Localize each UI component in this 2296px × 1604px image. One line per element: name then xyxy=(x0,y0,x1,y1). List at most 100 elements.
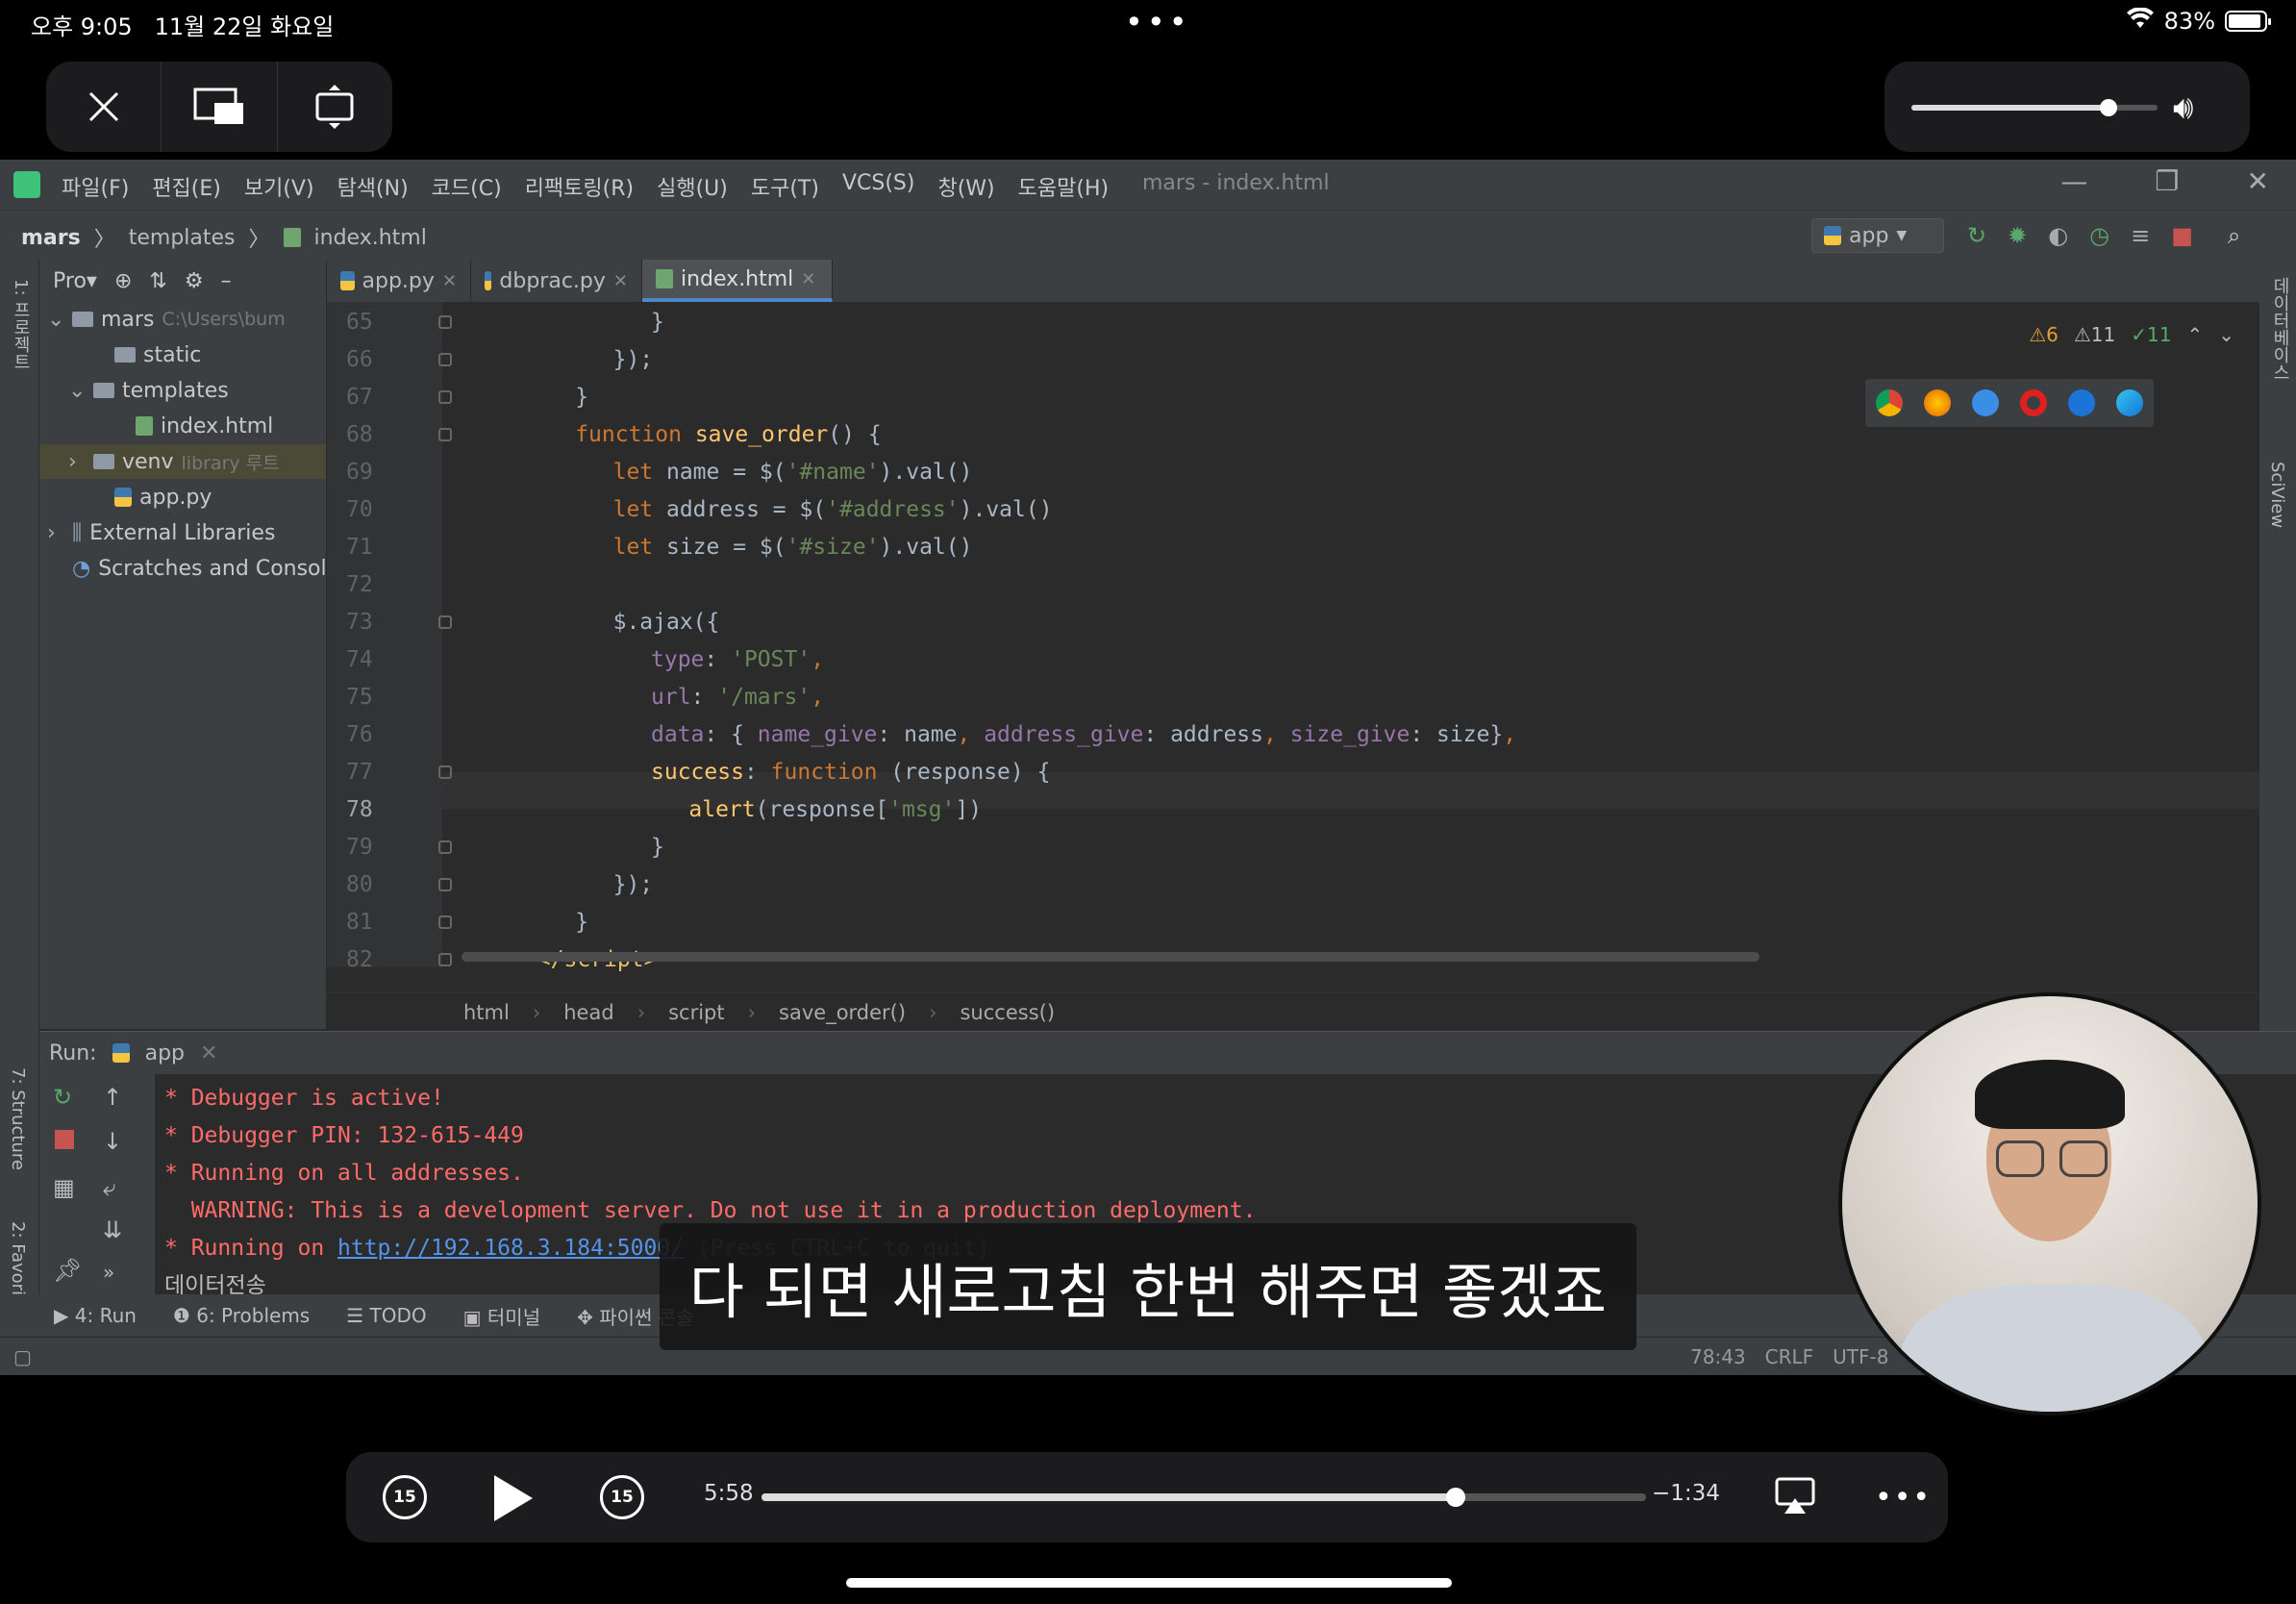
more-options-button[interactable]: ••• xyxy=(1875,1481,1932,1515)
menu-item[interactable]: 코드(C) xyxy=(432,171,502,202)
code-line[interactable]: function save_order() { xyxy=(575,422,882,447)
breadcrumb-file[interactable]: index.html xyxy=(314,226,427,250)
tool-tab[interactable]: ☰ TODO xyxy=(346,1304,426,1327)
fold-marker-icon[interactable] xyxy=(438,428,452,441)
volume-slider[interactable] xyxy=(1911,99,2158,116)
tab-index-html[interactable]: index.html ✕ xyxy=(642,260,833,302)
skip-back-button[interactable]: 15 xyxy=(383,1475,427,1519)
tool-tab[interactable]: ▣ 터미널 xyxy=(463,1302,540,1330)
tree-item[interactable]: ⌄ mars C:\Users\bum xyxy=(47,302,286,337)
menu-item[interactable]: VCS(S) xyxy=(842,171,915,202)
close-tab-icon[interactable]: ✕ xyxy=(801,269,815,289)
tree-item[interactable]: › venv library 루트 xyxy=(39,444,326,479)
pin-icon[interactable]: 📌︎ xyxy=(53,1257,82,1284)
rerun-icon[interactable]: ↻ xyxy=(1967,222,1986,249)
menu-item[interactable]: 편집(E) xyxy=(152,171,221,202)
rerun-icon[interactable]: ↻ xyxy=(53,1084,72,1111)
expand-arrow-icon[interactable]: ⌄ xyxy=(47,308,64,332)
toggle-panels-icon[interactable]: ▢ xyxy=(13,1345,32,1368)
collapse-icon[interactable]: ⇅ xyxy=(149,269,166,293)
edge-icon[interactable] xyxy=(2116,389,2143,416)
close-tab-icon[interactable]: ✕ xyxy=(613,271,628,291)
menu-item[interactable]: 보기(V) xyxy=(244,171,314,202)
sciview-tool-tab[interactable]: SciView xyxy=(2267,462,2287,528)
breadcrumb-folder[interactable]: templates xyxy=(129,226,236,250)
fold-marker-icon[interactable] xyxy=(438,953,452,966)
fold-marker-icon[interactable] xyxy=(438,915,452,929)
stop-icon[interactable]: ■ xyxy=(2171,222,2193,249)
code-line[interactable]: }); xyxy=(613,872,654,897)
run-tab-app[interactable]: app xyxy=(145,1041,185,1065)
code-line[interactable]: let size = $('#size').val() xyxy=(613,535,973,560)
tool-tab[interactable]: ❶ 6: Problems xyxy=(173,1304,310,1327)
stop-icon[interactable] xyxy=(55,1130,74,1149)
safari-icon[interactable] xyxy=(1972,389,1999,416)
database-tool-tab[interactable]: 데이터베이스 xyxy=(2267,277,2292,381)
prev-highlight-icon[interactable]: ⌃ xyxy=(2186,323,2203,346)
tree-item[interactable]: index.html xyxy=(111,409,281,443)
airplay-button[interactable] xyxy=(1775,1477,1815,1519)
fold-marker-icon[interactable] xyxy=(438,390,452,404)
opera-icon[interactable] xyxy=(2020,389,2047,416)
firefox-icon[interactable] xyxy=(1924,389,1951,416)
tree-item[interactable]: static xyxy=(89,338,209,372)
code-line[interactable]: } xyxy=(575,385,588,410)
breadcrumb-project[interactable]: mars xyxy=(21,226,81,250)
status-item[interactable]: 78:43 xyxy=(1690,1345,1746,1368)
menu-item[interactable]: 창(W) xyxy=(937,171,994,202)
status-item[interactable]: CRLF xyxy=(1765,1345,1814,1368)
status-item[interactable]: UTF-8 xyxy=(1833,1345,1888,1368)
picture-in-picture-button[interactable] xyxy=(162,62,278,152)
code-breadcrumb-item[interactable]: html xyxy=(463,1001,510,1024)
close-window-icon[interactable]: ✕ xyxy=(2247,165,2269,197)
code-line[interactable]: let address = $('#address').val() xyxy=(613,497,1053,522)
code-breadcrumb-item[interactable]: success() xyxy=(960,1001,1055,1024)
tree-item[interactable]: app.py xyxy=(89,480,219,514)
code-line[interactable]: } xyxy=(575,910,588,935)
multitasking-dots[interactable]: ••• xyxy=(1125,4,1191,40)
scroll-down-icon[interactable]: ↓ xyxy=(103,1128,122,1155)
menu-item[interactable]: 탐색(N) xyxy=(337,171,409,202)
scroll-up-icon[interactable]: ↑ xyxy=(103,1084,122,1111)
tab-app-py[interactable]: app.py ✕ xyxy=(327,260,471,302)
server-url-link[interactable]: http://192.168.3.184:5000/ xyxy=(337,1236,684,1261)
build-icon[interactable]: ≡ xyxy=(2131,222,2150,249)
expand-arrow-icon[interactable]: ⌄ xyxy=(68,379,86,403)
coverage-icon[interactable]: ◐ xyxy=(2048,222,2068,249)
menu-item[interactable]: 도구(T) xyxy=(751,171,819,202)
fold-marker-icon[interactable] xyxy=(438,840,452,854)
code-line[interactable]: }); xyxy=(613,347,654,372)
run-config-select[interactable]: app ▼ xyxy=(1811,218,1944,253)
structure-tool-tab[interactable]: 7: Structure xyxy=(8,1067,28,1170)
debug-icon[interactable]: ✹ xyxy=(2008,222,2027,249)
tab-dbprac-py[interactable]: dbprac.py ✕ xyxy=(471,260,642,302)
code-line[interactable]: success: function (response) { xyxy=(651,760,1050,785)
chrome-icon[interactable] xyxy=(1876,389,1903,416)
aspect-fit-button[interactable] xyxy=(278,62,392,152)
code-line[interactable]: url: '/mars', xyxy=(651,685,824,710)
menu-item[interactable]: 도움말(H) xyxy=(1018,171,1109,202)
code-line[interactable]: } xyxy=(651,310,664,335)
code-breadcrumb-item[interactable]: save_order() xyxy=(779,1001,906,1024)
scroll-to-end-icon[interactable]: ⇊ xyxy=(103,1216,122,1243)
tree-item[interactable]: › ⫼ External Libraries xyxy=(47,515,283,550)
fold-marker-icon[interactable] xyxy=(438,765,452,779)
close-run-tab-icon[interactable]: ✕ xyxy=(200,1041,217,1065)
project-tool-tab[interactable]: 1: 프로젝트 xyxy=(8,279,33,370)
tree-item[interactable]: ◔ Scratches and Consol xyxy=(47,551,335,586)
hide-icon[interactable]: – xyxy=(221,269,232,293)
code-editor[interactable]: 65 66 67 68 69 70 71 72 73 74 75 76 77 78 79 80 81 82 }})… xyxy=(327,302,2259,972)
menu-item[interactable]: 파일(F) xyxy=(62,171,129,202)
code-line[interactable]: $.ajax({ xyxy=(613,610,720,635)
next-highlight-icon[interactable]: ⌄ xyxy=(2218,323,2234,346)
search-icon[interactable]: ⌕ xyxy=(2228,222,2240,249)
settings-icon[interactable]: ⚙ xyxy=(185,269,204,293)
close-button[interactable] xyxy=(46,62,162,152)
inspection-widget[interactable]: ⚠6 ⚠11 ✓11 ⌃ ⌄ xyxy=(2029,323,2234,346)
layout-icon[interactable]: ▦ xyxy=(53,1174,75,1201)
soft-wrap-icon[interactable]: ⤶ xyxy=(103,1174,115,1201)
fold-marker-icon[interactable] xyxy=(438,878,452,891)
expand-arrow-icon[interactable]: › xyxy=(47,521,64,545)
ie-icon[interactable] xyxy=(2068,389,2095,416)
menu-item[interactable]: 리팩토링(R) xyxy=(525,171,634,202)
